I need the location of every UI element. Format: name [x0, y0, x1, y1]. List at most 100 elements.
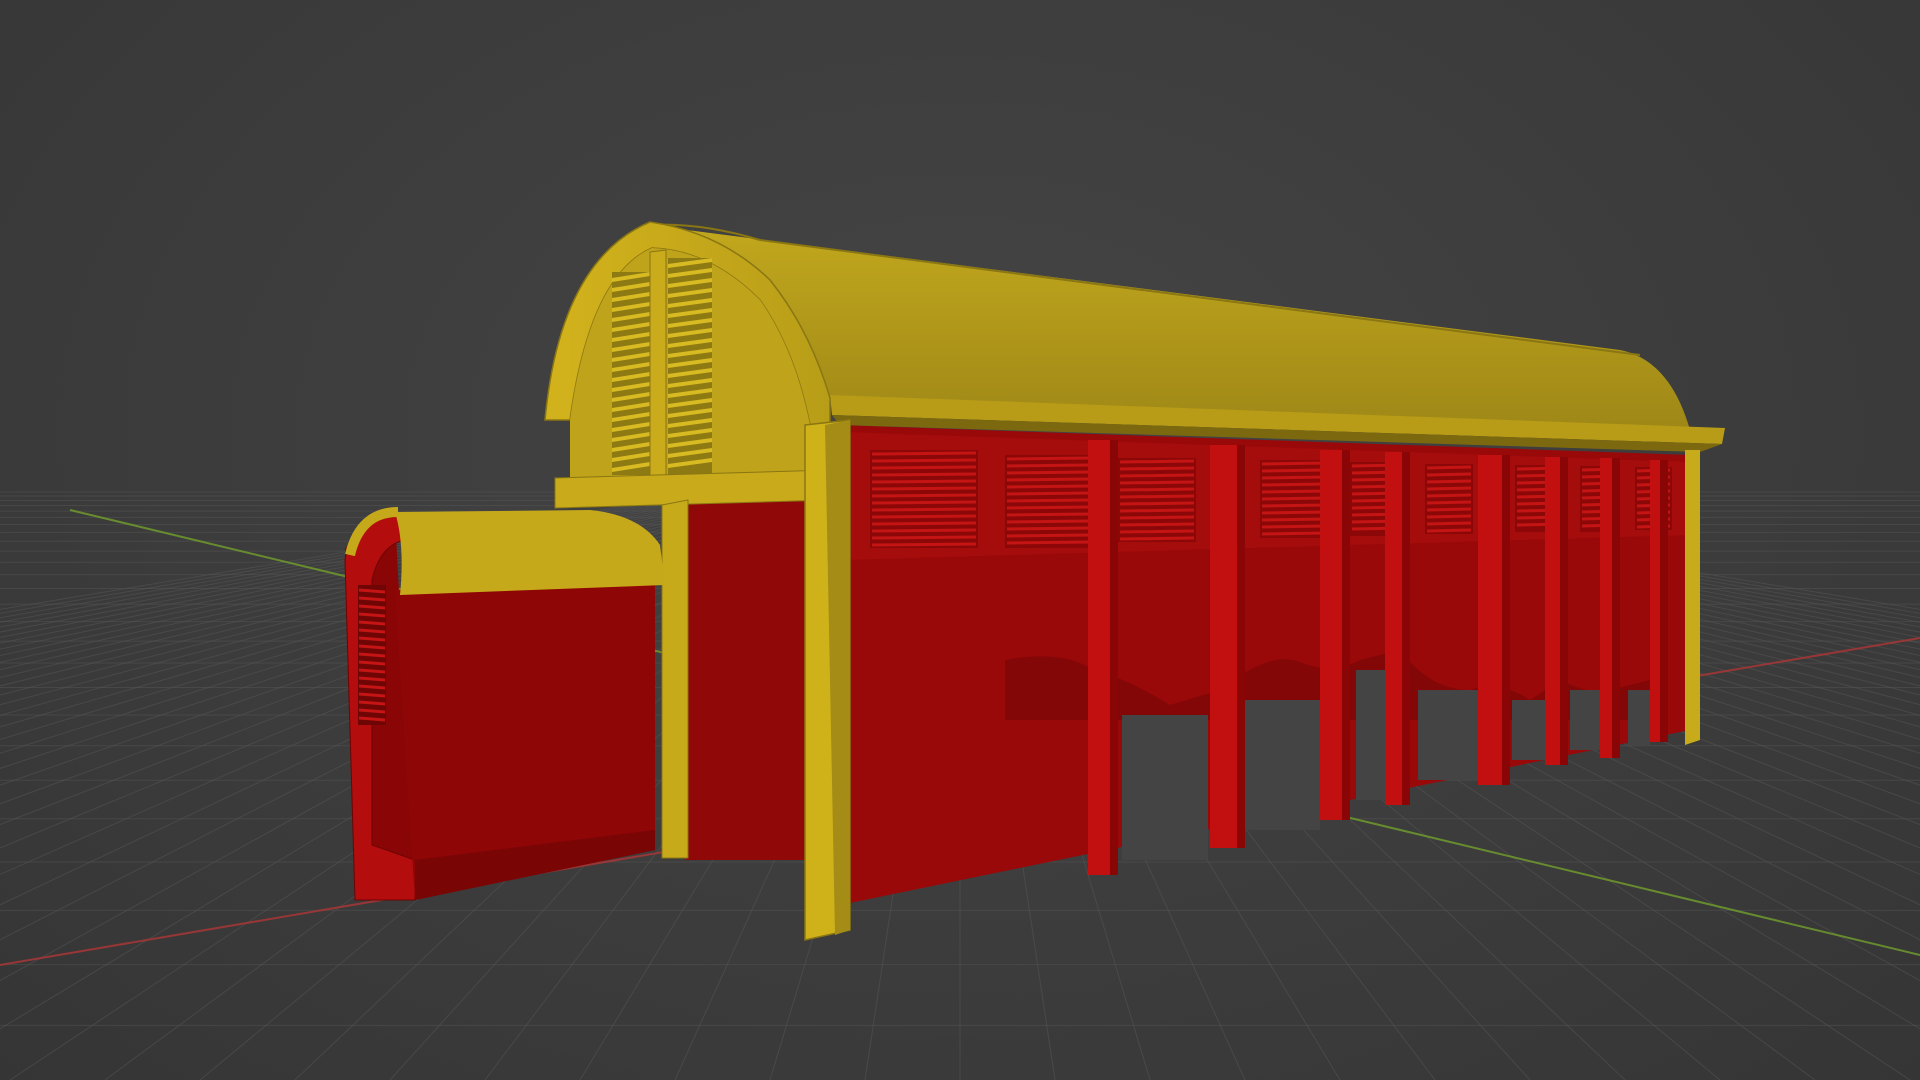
annex-louver-slat — [358, 604, 386, 610]
open-bay — [1628, 690, 1650, 745]
column-shade — [1237, 445, 1245, 848]
louver-slat — [1261, 496, 1327, 501]
louver-slat — [1006, 540, 1091, 545]
louver-slat — [871, 535, 977, 540]
louver-slat — [871, 486, 977, 491]
open-bay — [1570, 690, 1600, 750]
gable-left-post — [661, 499, 689, 859]
louver-slat — [1119, 508, 1195, 513]
louver-slat — [1426, 514, 1472, 519]
column-shade — [1660, 460, 1668, 742]
building-model[interactable] — [344, 221, 1725, 941]
louver-slat — [1119, 473, 1195, 478]
louver-slat — [1426, 493, 1472, 498]
louver-slat — [1261, 489, 1327, 494]
louver-panel — [1118, 458, 1196, 542]
column-shade — [1560, 457, 1568, 765]
louver-slat — [1119, 536, 1195, 541]
louver-slat — [1426, 521, 1472, 526]
open-bay — [1512, 700, 1545, 760]
annex-louver-slat — [358, 708, 386, 714]
open-bay — [1356, 670, 1385, 800]
louver-slat — [1261, 468, 1327, 473]
louver-panel — [870, 450, 978, 548]
annex-louver-slat — [358, 636, 386, 642]
viewport-canvas[interactable] — [0, 0, 1920, 1080]
louver-slat — [871, 528, 977, 533]
open-bay — [1245, 700, 1320, 830]
open-bay — [1418, 690, 1482, 780]
louver-slat — [1261, 524, 1327, 529]
louver-slat — [1006, 463, 1091, 468]
louver-slat — [1119, 459, 1195, 464]
column-shade — [1342, 450, 1350, 820]
louver-slat — [1261, 517, 1327, 522]
louver-slat — [871, 507, 977, 512]
annex-louver-slat — [358, 612, 386, 618]
louver-slat — [1006, 533, 1091, 538]
louver-slat — [1119, 487, 1195, 492]
louver-slat — [1426, 486, 1472, 491]
annex-louver-slat — [358, 588, 386, 594]
3d-viewport[interactable] — [0, 0, 1920, 1080]
column-shade — [1502, 455, 1510, 785]
louver-slat — [871, 521, 977, 526]
louver-slat — [1006, 491, 1091, 496]
louver-slat — [1006, 512, 1091, 517]
annex-louver-slat — [358, 700, 386, 706]
louver-slat — [1426, 465, 1472, 470]
rear-corner-post — [1685, 450, 1700, 745]
louver-slat — [871, 514, 977, 519]
louver-slat — [1119, 522, 1195, 527]
louver-slat — [1119, 480, 1195, 485]
annex-louver-slat — [358, 660, 386, 666]
annex-louver-slat — [358, 644, 386, 650]
louver-slat — [871, 451, 977, 456]
louver-slat — [1119, 501, 1195, 506]
louver-slat — [1119, 529, 1195, 534]
louver-slat — [1006, 498, 1091, 503]
louver-slat — [871, 493, 977, 498]
column-shade — [1402, 452, 1410, 805]
louver-slat — [1426, 528, 1472, 533]
louver-slat — [1426, 472, 1472, 477]
louver-slat — [871, 479, 977, 484]
door-panel[interactable] — [686, 480, 820, 860]
annex-louver-slat — [358, 692, 386, 698]
louver-slat — [1006, 456, 1091, 461]
annex-louver-slat — [358, 684, 386, 690]
column-shade — [1110, 440, 1118, 875]
louver-slat — [871, 465, 977, 470]
louver-slat — [1119, 466, 1195, 471]
louver-slat — [871, 542, 977, 547]
louver-slat — [1426, 479, 1472, 484]
louver-slat — [1261, 482, 1327, 487]
louver-slat — [1006, 477, 1091, 482]
annex-louver-slat — [358, 620, 386, 626]
louver-slat — [1261, 503, 1327, 508]
louver-slat — [1006, 505, 1091, 510]
louver-slat — [1261, 475, 1327, 480]
louver-slat — [871, 458, 977, 463]
louver-slat — [1006, 526, 1091, 531]
annex-louver-slat — [358, 668, 386, 674]
annex-roof[interactable] — [395, 510, 665, 595]
louver-slat — [1261, 461, 1327, 466]
louver-slat — [1006, 519, 1091, 524]
louver-slat — [1261, 531, 1327, 536]
louver-slat — [1006, 484, 1091, 489]
column-shade — [1612, 458, 1620, 758]
louver-slat — [871, 500, 977, 505]
annex-louver-slat — [358, 716, 386, 722]
louver-slat — [1426, 500, 1472, 505]
louver-slat — [1426, 507, 1472, 512]
annex-louver-slat — [358, 652, 386, 658]
gable-mullion — [649, 249, 667, 479]
annex-louver-slat — [358, 676, 386, 682]
louver-slat — [1261, 510, 1327, 515]
louver-slat — [1119, 515, 1195, 520]
annex-louver-slat — [358, 596, 386, 602]
annex-louver — [358, 585, 386, 725]
louver-slat — [1119, 494, 1195, 499]
louver-slat — [1006, 470, 1091, 475]
